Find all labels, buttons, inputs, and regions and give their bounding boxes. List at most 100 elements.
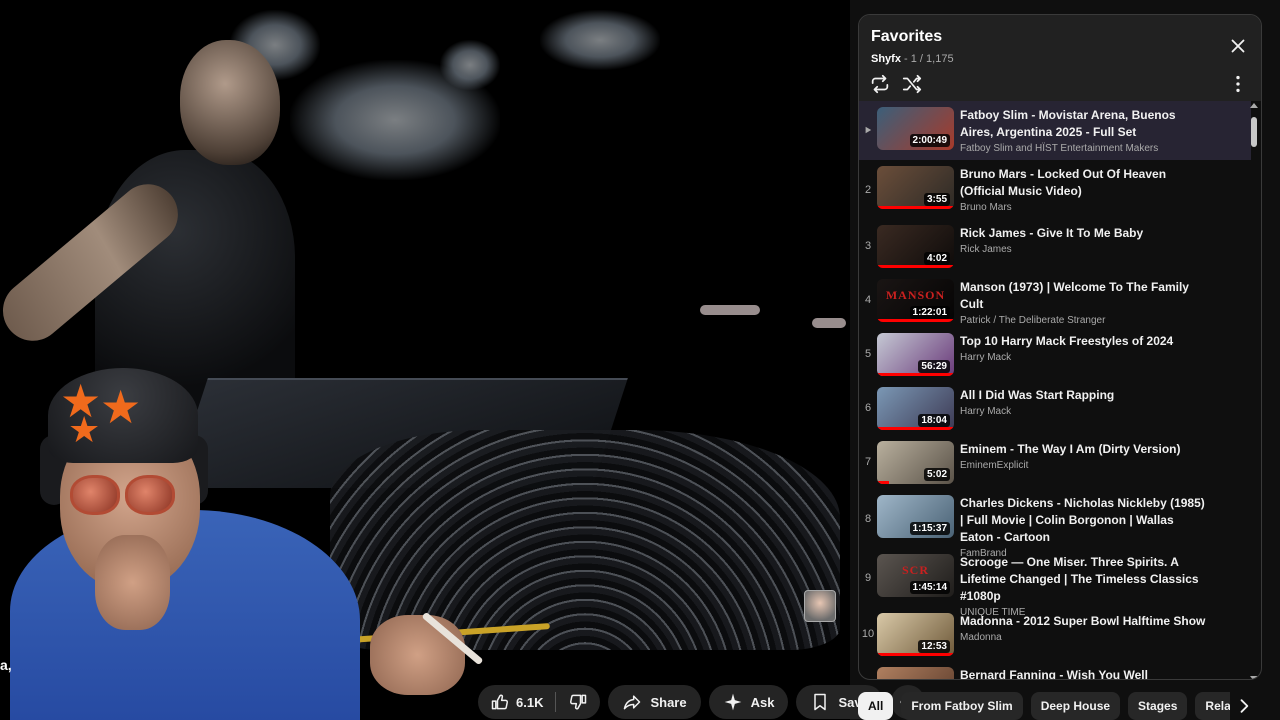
playlist-menu-button[interactable] [1227, 73, 1249, 95]
video-thumbnail[interactable]: 2:00:49 [877, 107, 954, 150]
video-thumbnail[interactable]: 4:02 [877, 225, 954, 268]
duration-badge: 1:15:37 [909, 522, 950, 535]
playlist-item[interactable]: 9 SCR 1:45:14 Scrooge — One Miser. Three Sp… [859, 548, 1251, 618]
dislike-button[interactable] [556, 685, 600, 719]
video-title[interactable]: Scrooge — One Miser. Three Spirits. A Li… [960, 554, 1210, 605]
playlist-owner[interactable]: Shyfx [871, 53, 901, 65]
channel-name[interactable]: Harry Mack [960, 352, 1210, 363]
chip-from-fatboy-slim[interactable]: From Fatboy Slim [901, 692, 1023, 720]
sunglasses-lens [70, 475, 120, 515]
channel-name[interactable]: Madonna [960, 632, 1210, 643]
item-meta: Fatboy Slim - Movistar Arena, Buenos Air… [960, 101, 1210, 154]
chip-all[interactable]: All [858, 692, 894, 720]
video-thumbnail[interactable]: 3:55 [877, 166, 954, 209]
video-title[interactable]: Top 10 Harry Mack Freestyles of 2024 [960, 333, 1210, 350]
playlist-item[interactable]: 8 1:15:37 Charles Dickens - Nicholas Nickl… [859, 489, 1251, 559]
video-thumbnail[interactable]: 1:15:37 [877, 495, 954, 538]
playlist-item[interactable]: 7 5:02 Eminem - The Way I Am (Dirty Versio… [859, 435, 1251, 489]
video-player[interactable]: ★ ★ ★ a, [0, 0, 850, 720]
playlist-item[interactable]: 4 MANSON 1:22:01 Manson (1973) | Welcome To… [859, 273, 1251, 327]
video-title[interactable]: Bernard Fanning - Wish You Well [960, 667, 1210, 679]
channel-name[interactable]: Bruno Mars [960, 202, 1210, 213]
item-index: 6 [864, 402, 872, 414]
item-meta: Eminem - The Way I Am (Dirty Version) Emi… [960, 435, 1210, 471]
sunglasses-lens [125, 475, 175, 515]
duration-badge: 12:53 [918, 640, 950, 653]
channel-name[interactable]: EminemExplicit [960, 460, 1210, 471]
playlist-item[interactable]: 2 3:55 Bruno Mars - Locked Out Of Heaven (… [859, 160, 1251, 219]
light-streak [700, 305, 760, 315]
playlist-item[interactable]: 6 18:04 All I Did Was Start Rapping Harry M… [859, 381, 1251, 435]
scrollbar-thumb[interactable] [1251, 117, 1257, 147]
channel-name[interactable]: Rick James [960, 244, 1210, 255]
video-title[interactable]: Madonna - 2012 Super Bowl Halftime Show [960, 613, 1210, 630]
edge-caption: a, [0, 657, 12, 673]
video-thumbnail[interactable]: 5:02 [877, 441, 954, 484]
now-playing-icon [859, 125, 877, 137]
playlist-item[interactable]: 5 56:29 Top 10 Harry Mack Freestyles of 20… [859, 327, 1251, 381]
channel-name[interactable]: Fatboy Slim and HÏST Entertainment Maker… [960, 143, 1210, 154]
video-title[interactable]: All I Did Was Start Rapping [960, 387, 1210, 404]
like-button[interactable]: 6.1K [478, 685, 555, 719]
item-meta: Top 10 Harry Mack Freestyles of 2024 Harr… [960, 327, 1210, 363]
playlist-item[interactable]: Bernard Fanning - Wish You Well [859, 661, 1251, 679]
video-title[interactable]: Charles Dickens - Nicholas Nickleby (198… [960, 495, 1210, 546]
webcam-overlay: ★ ★ ★ [0, 360, 484, 720]
chip-deep-house[interactable]: Deep House [1030, 692, 1121, 720]
dj-head [180, 40, 280, 165]
item-meta: Bernard Fanning - Wish You Well [960, 661, 1210, 679]
playlist-item[interactable]: 2:00:49 Fatboy Slim - Movistar Arena, Bue… [859, 101, 1251, 160]
playlist-subtitle: Shyfx - 1 / 1,175 [871, 53, 954, 65]
item-index: 8 [864, 512, 872, 525]
video-title[interactable]: Eminem - The Way I Am (Dirty Version) [960, 441, 1210, 458]
close-playlist-button[interactable] [1227, 35, 1249, 57]
item-index: 9 [864, 571, 872, 584]
more-vertical-icon [1236, 75, 1240, 93]
duration-badge: 2:00:49 [909, 134, 950, 147]
chip-related[interactable]: Related [1195, 692, 1230, 720]
scroll-down-arrow-icon[interactable] [1250, 676, 1258, 679]
stage-light [440, 40, 500, 90]
filter-chips: AllFrom Fatboy SlimDeep HouseStagesRelat… [858, 692, 1230, 720]
share-icon [624, 695, 641, 710]
playlist-item[interactable]: 10 12:53 Madonna - 2012 Super Bowl Halftim… [859, 607, 1251, 661]
item-index: 10 [861, 628, 875, 640]
chip-stages[interactable]: Stages [1128, 692, 1188, 720]
watch-progress-bar [877, 481, 889, 484]
shuffle-button[interactable] [901, 73, 923, 95]
playlist-title[interactable]: Favorites [871, 28, 942, 46]
channel-name[interactable]: Patrick / The Deliberate Stranger [960, 315, 1210, 326]
video-title[interactable]: Rick James - Give It To Me Baby [960, 225, 1210, 242]
video-thumbnail[interactable]: 12:53 [877, 613, 954, 656]
ask-button[interactable]: Ask [708, 685, 789, 719]
item-meta: Rick James - Give It To Me Baby Rick Jame… [960, 219, 1210, 255]
item-meta: Manson (1973) | Welcome To The Family Cu… [960, 273, 1210, 326]
video-thumbnail[interactable] [877, 667, 954, 679]
sparkle-icon [724, 693, 741, 711]
duration-badge: 1:22:01 [909, 306, 950, 319]
video-title[interactable]: Bruno Mars - Locked Out Of Heaven (Offic… [960, 166, 1210, 200]
duration-badge: 5:02 [923, 468, 950, 481]
video-title[interactable]: Manson (1973) | Welcome To The Family Cu… [960, 279, 1210, 313]
video-corner-avatar [804, 590, 836, 622]
playlist-item[interactable]: 3 4:02 Rick James - Give It To Me Baby Rick… [859, 219, 1251, 273]
thumbs-down-icon [570, 694, 587, 710]
chevron-right-icon [1240, 699, 1249, 713]
video-title[interactable]: Fatboy Slim - Movistar Arena, Buenos Air… [960, 107, 1210, 141]
duration-badge: 4:02 [923, 252, 950, 265]
share-button[interactable]: Share [608, 685, 701, 719]
channel-name[interactable]: Harry Mack [960, 406, 1210, 417]
watch-page: ★ ★ ★ a, 6.1K Share Ask Save Favorites S… [0, 0, 1280, 720]
video-thumbnail[interactable]: 18:04 [877, 387, 954, 430]
thumbnail-text: SCR [901, 563, 929, 577]
video-thumbnail[interactable]: MANSON 1:22:01 [877, 279, 954, 322]
item-index: 3 [864, 240, 872, 252]
playlist-scrollbar[interactable] [1250, 103, 1258, 679]
duration-badge: 56:29 [918, 360, 950, 373]
playlist-panel: Favorites Shyfx - 1 / 1,175 2:00:49 Fatbo… [858, 14, 1262, 680]
loop-button[interactable] [869, 73, 891, 95]
video-thumbnail[interactable]: 56:29 [877, 333, 954, 376]
video-thumbnail[interactable]: SCR 1:45:14 [877, 554, 954, 597]
chips-next-button[interactable] [1230, 692, 1258, 720]
scroll-up-arrow-icon[interactable] [1250, 103, 1258, 108]
